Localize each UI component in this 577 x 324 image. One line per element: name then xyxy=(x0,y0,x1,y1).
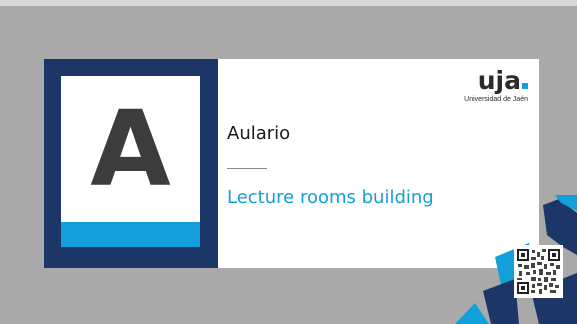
logo-dot xyxy=(522,83,528,89)
qr-code xyxy=(514,245,563,298)
qr-code-icon xyxy=(517,249,560,294)
building-name-english: Lecture rooms building xyxy=(227,187,434,208)
title-divider xyxy=(227,168,267,169)
logo-subtitle: Universidad de Jaén xyxy=(464,96,528,103)
building-letter-box: A xyxy=(61,76,200,247)
building-letter: A xyxy=(90,88,171,210)
letter-accent-stripe xyxy=(61,222,200,247)
logo-mark-text: uja xyxy=(477,66,521,95)
uja-logo: uja Universidad de Jaén xyxy=(432,67,528,104)
building-name-spanish: Aulario xyxy=(227,123,291,144)
sign-navy-panel: A xyxy=(44,59,218,268)
wall-top-band xyxy=(0,0,577,6)
